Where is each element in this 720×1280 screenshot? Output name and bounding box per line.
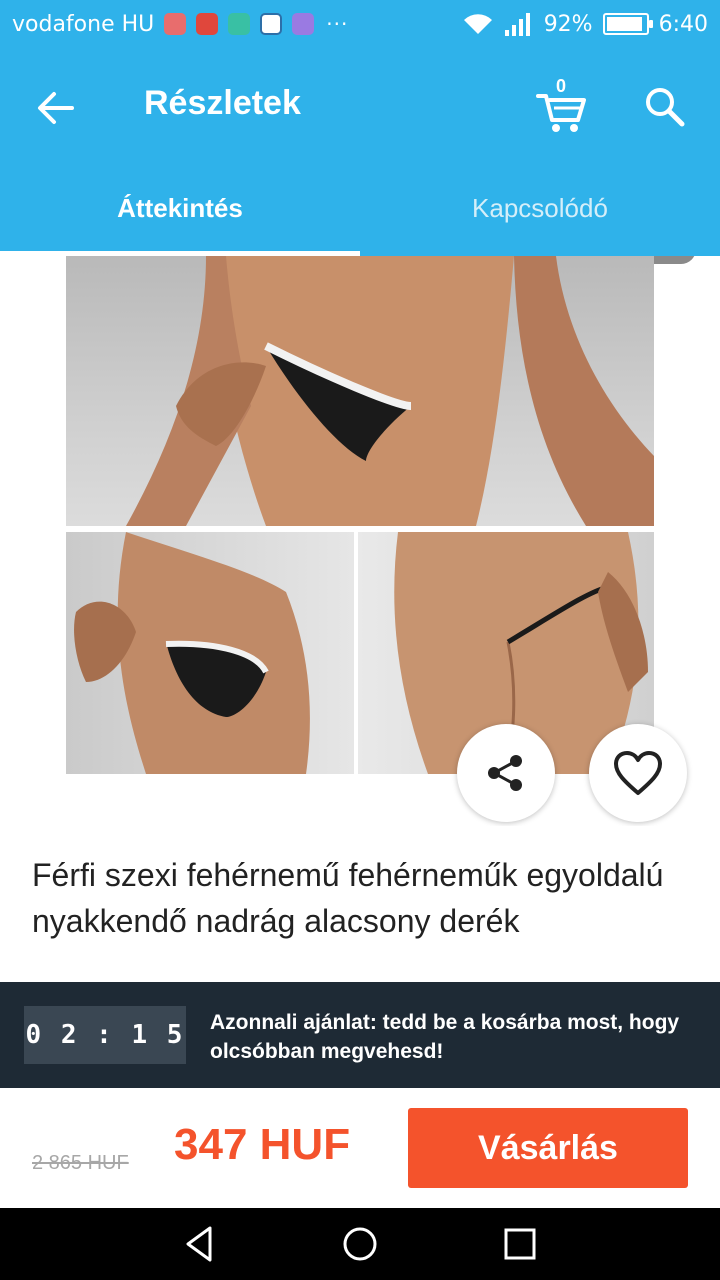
search-button[interactable]: [640, 82, 690, 132]
share-icon: [488, 755, 522, 791]
search-icon: [646, 88, 685, 127]
back-arrow-icon: [38, 92, 74, 124]
offer-message: Azonnali ajánlat: tedd be a kosárba most…: [210, 1011, 680, 1063]
system-nav-bar: [0, 1208, 720, 1280]
product-photo-side: [74, 532, 310, 774]
tab-bar: Áttekintés Kapcsolódó: [0, 160, 720, 256]
square-recent-icon: [504, 1228, 536, 1260]
battery-percent: 92%: [543, 11, 593, 37]
nav-recent-button[interactable]: [496, 1220, 544, 1268]
countdown-timer: 0 2 : 1 5: [24, 1006, 186, 1064]
product-main-photo[interactable]: [66, 256, 654, 526]
instant-offer-banner: 0 2 : 1 5 Azonnali ajánlat: tedd be a ko…: [0, 982, 720, 1088]
circle-home-icon: [343, 1227, 377, 1261]
sale-price: 347 HUF: [174, 1120, 351, 1169]
notification-icons: ···: [164, 12, 348, 36]
app-bar: Részletek 0: [0, 48, 720, 160]
product-gallery[interactable]: [0, 256, 720, 826]
original-price: 2 865 HUF: [32, 1152, 129, 1174]
signal-icon: [504, 13, 530, 36]
battery-level: [606, 17, 642, 31]
more-notifications-icon: ···: [326, 12, 349, 36]
share-button[interactable]: [457, 724, 555, 822]
nav-back-button[interactable]: [176, 1220, 224, 1268]
status-indicators: 92% 6:40: [462, 0, 708, 48]
shopping-notification-icon: [196, 13, 219, 35]
clock: 6:40: [658, 11, 708, 37]
cart-count-badge: 0: [556, 76, 567, 96]
buy-button[interactable]: Vásárlás: [408, 1108, 688, 1188]
photo-notification-icon: [260, 13, 283, 35]
triangle-back-icon: [186, 1226, 212, 1262]
product-title: Férfi szexi fehérnemű fehérneműk egyolda…: [32, 857, 664, 939]
purchase-bar: 2 865 HUF 347 HUF Vásárlás: [0, 1088, 720, 1208]
product-side-photo[interactable]: [66, 532, 354, 774]
carrier-name: vodafone HU: [12, 11, 155, 37]
chat-notification-icon: [228, 13, 251, 35]
status-bar: vodafone HU ··· 92% 6:40: [0, 0, 720, 48]
wifi-icon: [463, 14, 492, 34]
tab-overview[interactable]: Áttekintés: [0, 160, 360, 256]
mail-notification-icon: [164, 13, 187, 35]
page-title: Részletek: [144, 84, 301, 122]
gallery-notification-icon: [292, 13, 315, 35]
cart-button[interactable]: 0: [532, 76, 592, 136]
tab-related[interactable]: Kapcsolódó: [360, 160, 720, 256]
battery-icon: [602, 13, 653, 35]
nav-home-button[interactable]: [336, 1220, 384, 1268]
favorite-button[interactable]: [589, 724, 687, 822]
product-photo-front: [126, 256, 654, 526]
back-button[interactable]: [30, 82, 82, 134]
heart-icon: [614, 751, 662, 795]
